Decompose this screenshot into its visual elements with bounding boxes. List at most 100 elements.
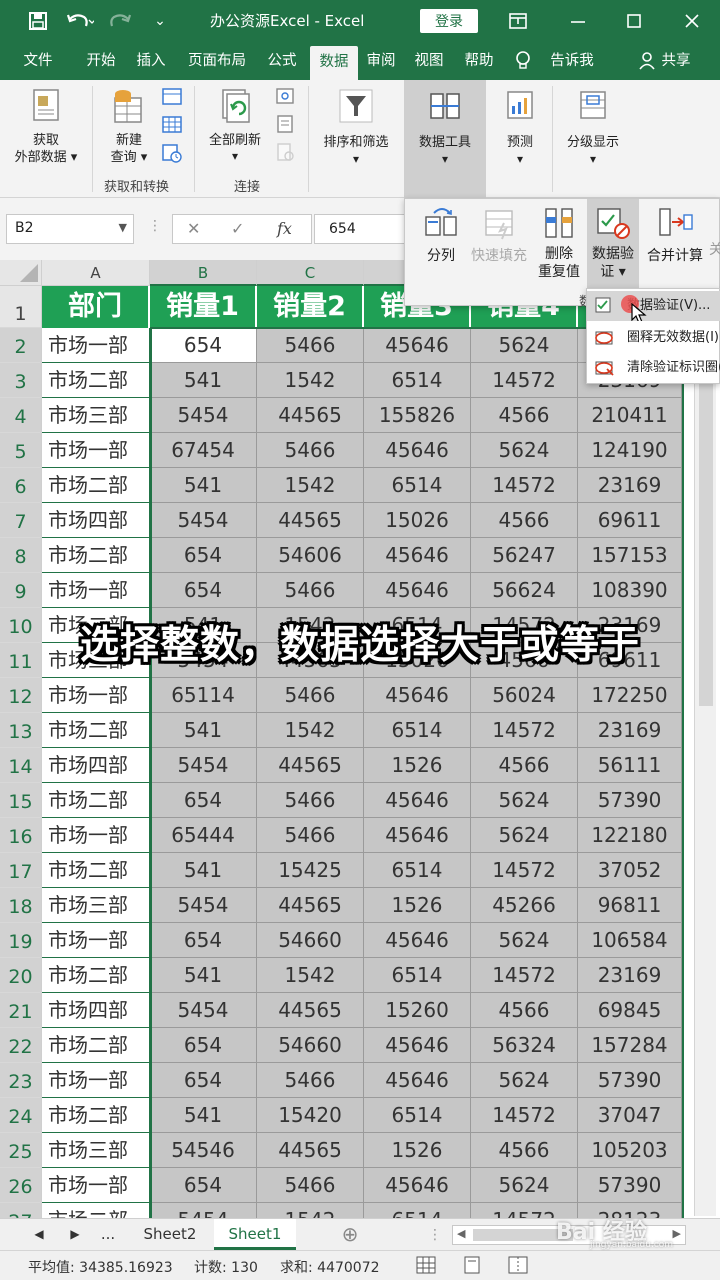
department-cell[interactable]: 市场一部 xyxy=(42,328,150,363)
department-cell[interactable]: 市场二部 xyxy=(42,1098,150,1133)
sales-cell[interactable]: 541 xyxy=(150,958,257,993)
sales-cell[interactable]: 57390 xyxy=(578,1063,682,1098)
scroll-right-icon[interactable]: ▶ xyxy=(673,1227,681,1240)
sales-cell[interactable]: 157153 xyxy=(578,538,682,573)
close-icon[interactable] xyxy=(680,6,704,36)
sales-cell[interactable]: 67454 xyxy=(150,433,257,468)
department-cell[interactable]: 市场二部 xyxy=(42,853,150,888)
sales-cell[interactable]: 37047 xyxy=(578,1098,682,1133)
share-button[interactable]: 共享 xyxy=(656,42,696,80)
sales-cell[interactable]: 14572 xyxy=(471,1098,578,1133)
sheet-tab-sheet1[interactable]: Sheet1 xyxy=(214,1219,296,1250)
sales-cell[interactable]: 15026 xyxy=(364,503,471,538)
sheet-tab-sheet2[interactable]: Sheet2 xyxy=(130,1219,210,1250)
sales-cell[interactable]: 6514 xyxy=(364,1203,471,1218)
menu-item-data-validation[interactable]: 数据验证(V)... xyxy=(587,291,720,321)
sales-cell[interactable]: 5466 xyxy=(257,573,364,608)
row-header[interactable]: 17 xyxy=(0,853,42,888)
department-cell[interactable]: 市场二部 xyxy=(42,1028,150,1063)
sales-cell[interactable]: 45646 xyxy=(364,818,471,853)
sales-cell[interactable]: 23169 xyxy=(578,958,682,993)
remove-duplicates-button[interactable]: 删除 重复值 xyxy=(531,205,587,281)
sales-cell[interactable]: 14572 xyxy=(471,713,578,748)
sales-cell[interactable]: 65444 xyxy=(150,818,257,853)
tab-view[interactable]: 视图 xyxy=(408,42,450,80)
sales-cell[interactable]: 6514 xyxy=(364,363,471,398)
sales-cell[interactable]: 654 xyxy=(150,923,257,958)
department-cell[interactable]: 市场一部 xyxy=(42,923,150,958)
sales-cell[interactable]: 54546 xyxy=(150,1133,257,1168)
department-cell[interactable]: 市场二部 xyxy=(42,958,150,993)
sales-cell[interactable]: 541 xyxy=(150,1098,257,1133)
sales-cell[interactable]: 541 xyxy=(150,363,257,398)
sales-cell[interactable]: 654 xyxy=(150,573,257,608)
sales-cell[interactable]: 5454 xyxy=(150,1203,257,1218)
row-header[interactable]: 22 xyxy=(0,1028,42,1063)
sales-cell[interactable]: 172250 xyxy=(578,678,682,713)
redo-icon[interactable] xyxy=(104,6,140,36)
select-all-corner[interactable] xyxy=(0,260,42,286)
sort-filter-button[interactable]: 排序和筛选 ▾ xyxy=(312,86,400,166)
row-header[interactable]: 27 xyxy=(0,1203,42,1218)
sales-cell[interactable]: 14572 xyxy=(471,853,578,888)
sales-cell[interactable]: 654 xyxy=(150,1028,257,1063)
enter-check-icon[interactable]: ✓ xyxy=(231,219,244,238)
menu-item-clear-circles[interactable]: 清除验证标识圈(R) xyxy=(587,353,720,383)
sales-cell[interactable]: 541 xyxy=(150,853,257,888)
sales-cell[interactable]: 56024 xyxy=(471,678,578,713)
sales-cell[interactable]: 57390 xyxy=(578,783,682,818)
department-cell[interactable]: 市场一部 xyxy=(42,1063,150,1098)
row-header[interactable]: 1 xyxy=(0,286,42,328)
save-icon[interactable] xyxy=(24,6,52,36)
tab-review[interactable]: 审阅 xyxy=(360,42,402,80)
sales-cell[interactable]: 4566 xyxy=(471,398,578,433)
sales-cell[interactable]: 5466 xyxy=(257,1168,364,1203)
data-tools-button[interactable]: 数据工具 ▾ xyxy=(404,86,486,166)
sales-cell[interactable]: 96811 xyxy=(578,888,682,923)
department-cell[interactable]: 市场四部 xyxy=(42,748,150,783)
edit-links-icon[interactable] xyxy=(272,142,298,166)
tab-home[interactable]: 开始 xyxy=(78,42,124,80)
department-cell[interactable]: 市场一部 xyxy=(42,1168,150,1203)
department-cell[interactable]: 市场一部 xyxy=(42,818,150,853)
sales-cell[interactable]: 45646 xyxy=(364,923,471,958)
column-header-b[interactable]: B xyxy=(150,260,257,286)
row-header[interactable]: 26 xyxy=(0,1168,42,1203)
ribbon-display-options-icon[interactable] xyxy=(506,6,530,36)
sales-cell[interactable]: 654 xyxy=(150,1168,257,1203)
spreadsheet-grid[interactable]: ABCDEF1部门销量1销量2销量3销量4销量52市场一部65454664564… xyxy=(0,260,720,1218)
forecast-button[interactable]: 预测 ▾ xyxy=(490,86,550,166)
sales-cell[interactable]: 1542 xyxy=(257,468,364,503)
flash-fill-button[interactable]: 快速填充 xyxy=(467,205,531,265)
sales-cell[interactable]: 23169 xyxy=(578,713,682,748)
tab-data[interactable]: 数据 xyxy=(310,46,358,80)
sales-cell[interactable]: 14572 xyxy=(471,958,578,993)
row-header[interactable]: 6 xyxy=(0,468,42,503)
sales-cell[interactable]: 45646 xyxy=(364,1168,471,1203)
connections-icon[interactable] xyxy=(272,86,298,110)
row-header[interactable]: 21 xyxy=(0,993,42,1028)
department-cell[interactable]: 市场四部 xyxy=(42,503,150,538)
sales-cell[interactable]: 44565 xyxy=(257,1133,364,1168)
sales-cell[interactable]: 1542 xyxy=(257,363,364,398)
row-header[interactable]: 5 xyxy=(0,433,42,468)
sales-cell[interactable]: 14572 xyxy=(471,468,578,503)
sales-cell[interactable]: 4566 xyxy=(471,748,578,783)
tab-help[interactable]: 帮助 xyxy=(456,42,502,80)
department-cell[interactable]: 市场二部 xyxy=(42,1203,150,1218)
sales-cell[interactable]: 124190 xyxy=(578,433,682,468)
sales-cell[interactable]: 45646 xyxy=(364,538,471,573)
sales-cell[interactable]: 54660 xyxy=(257,1028,364,1063)
tab-insert[interactable]: 插入 xyxy=(128,42,174,80)
more-sheets-button[interactable]: ... xyxy=(92,1219,124,1250)
sales-cell[interactable]: 6514 xyxy=(364,958,471,993)
scroll-left-icon[interactable]: ◀ xyxy=(457,1227,465,1240)
scroll-next-sheet-icon[interactable]: ▶ xyxy=(60,1219,90,1250)
sales-cell[interactable]: 56111 xyxy=(578,748,682,783)
row-header[interactable]: 14 xyxy=(0,748,42,783)
header-cell[interactable]: 部门 xyxy=(42,286,150,328)
row-header[interactable]: 12 xyxy=(0,678,42,713)
department-cell[interactable]: 市场一部 xyxy=(42,573,150,608)
sales-cell[interactable]: 56624 xyxy=(471,573,578,608)
tell-me-search[interactable]: 告诉我 xyxy=(542,42,602,80)
